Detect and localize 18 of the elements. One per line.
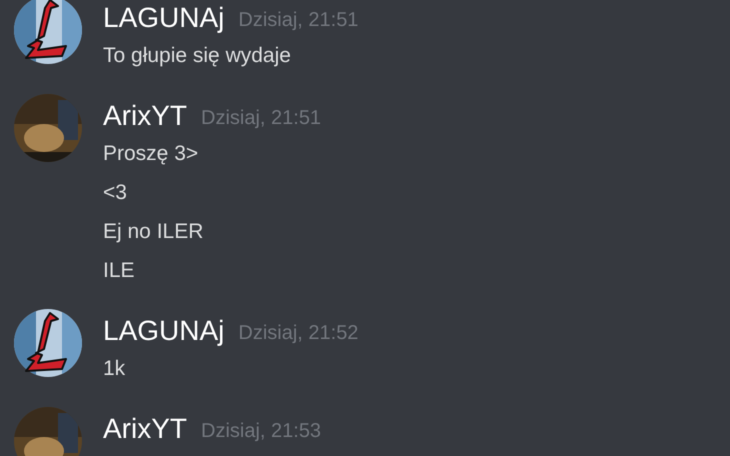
logo-avatar[interactable]	[14, 309, 82, 377]
username[interactable]: LAGUNAj	[103, 2, 224, 34]
timestamp: Dzisiaj, 21:51	[201, 106, 322, 130]
timestamp: Dzisiaj, 21:53	[201, 419, 322, 443]
message-text: Proszę 3>	[103, 141, 200, 167]
message-text: 1k	[103, 356, 126, 382]
message-text: <3	[103, 180, 128, 206]
photo-avatar[interactable]	[14, 94, 82, 162]
timestamp: Dzisiaj, 21:51	[238, 8, 358, 32]
photo-avatar[interactable]	[14, 407, 82, 456]
username[interactable]: ArixYT	[103, 100, 187, 132]
logo-avatar[interactable]	[14, 0, 82, 64]
username[interactable]: ArixYT	[103, 413, 187, 445]
message-text: Ej no ILER	[103, 219, 204, 245]
message-text: ILE	[103, 258, 136, 284]
timestamp: Dzisiaj, 21:52	[238, 321, 358, 345]
message-text: To głupie się wydaje	[103, 43, 292, 69]
username[interactable]: LAGUNAj	[103, 315, 224, 347]
